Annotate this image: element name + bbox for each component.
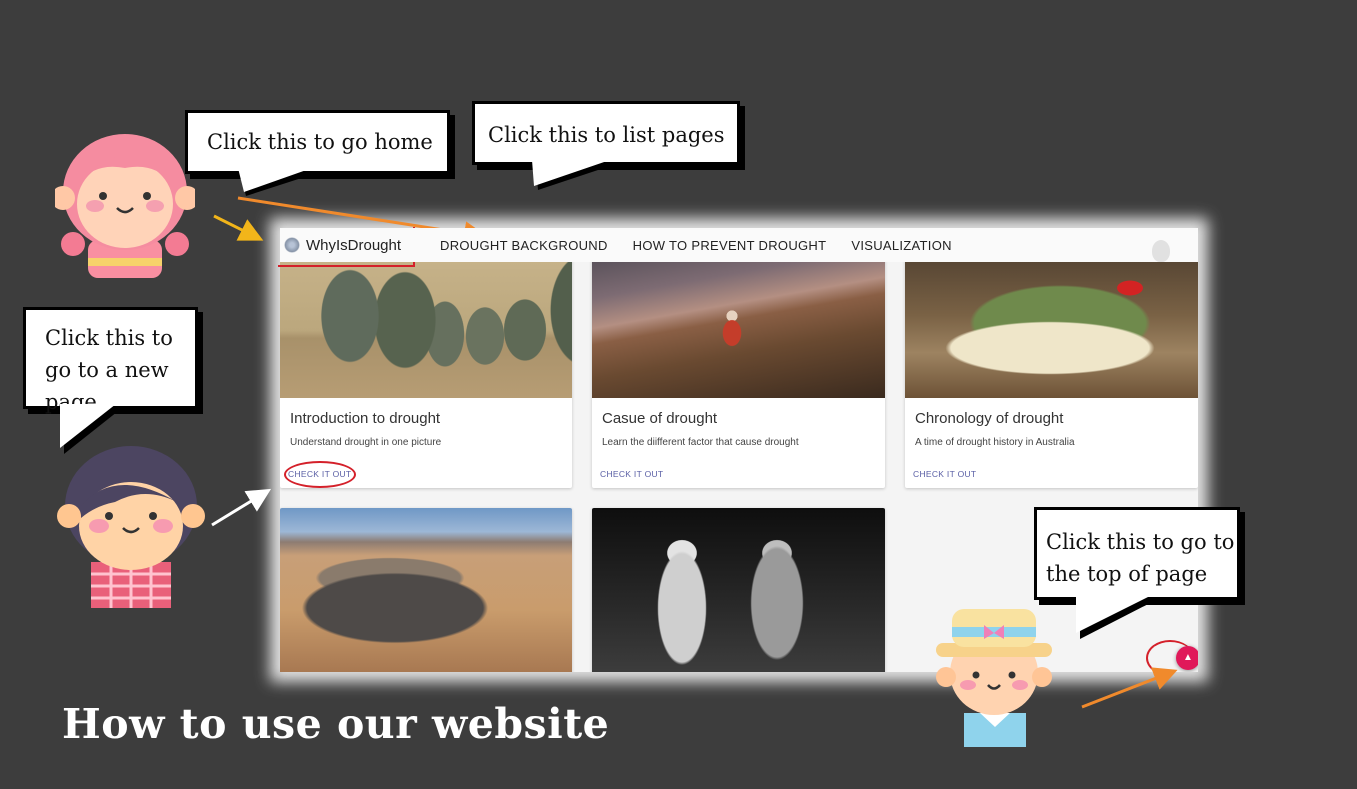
arrow-to-scroll-top	[1081, 667, 1178, 709]
callout-list-pages: Click this to list pages	[472, 101, 740, 165]
boy-purple-hair-illustration	[57, 446, 205, 608]
callout-list-pages-tail	[532, 160, 616, 190]
callout-top-page: Click this to go to the top of page	[1034, 507, 1240, 600]
navbar: WhyIsDrought DROUGHT BACKGROUND HOW TO P…	[280, 228, 1198, 262]
chevron-up-icon: ▲	[1183, 652, 1193, 663]
callout-home: Click this to go home	[185, 110, 450, 174]
girl-straw-hat-illustration	[936, 609, 1052, 747]
slide-title: How to use our website	[62, 700, 610, 748]
balloon-icon	[1152, 240, 1170, 262]
nav-how-to-prevent-drought[interactable]: HOW TO PREVENT DROUGHT	[633, 238, 827, 253]
nav-visualization[interactable]: VISUALIZATION	[851, 238, 951, 253]
callout-top-page-tail	[1076, 595, 1158, 639]
globe-logo-icon	[284, 237, 300, 253]
girl-pink-hair-illustration	[55, 134, 195, 278]
brand-home-link[interactable]: WhyIsDrought	[280, 228, 414, 262]
callout-home-tail	[238, 168, 320, 196]
scroll-to-top-button[interactable]: ▲	[1176, 646, 1198, 670]
nav-drought-background[interactable]: DROUGHT BACKGROUND	[440, 238, 608, 253]
arrow-to-check-it-out	[211, 488, 272, 527]
callout-new-page: Click this to go to a new page	[23, 307, 198, 414]
arrow-to-brand	[213, 214, 264, 241]
brand-name: WhyIsDrought	[306, 236, 402, 254]
